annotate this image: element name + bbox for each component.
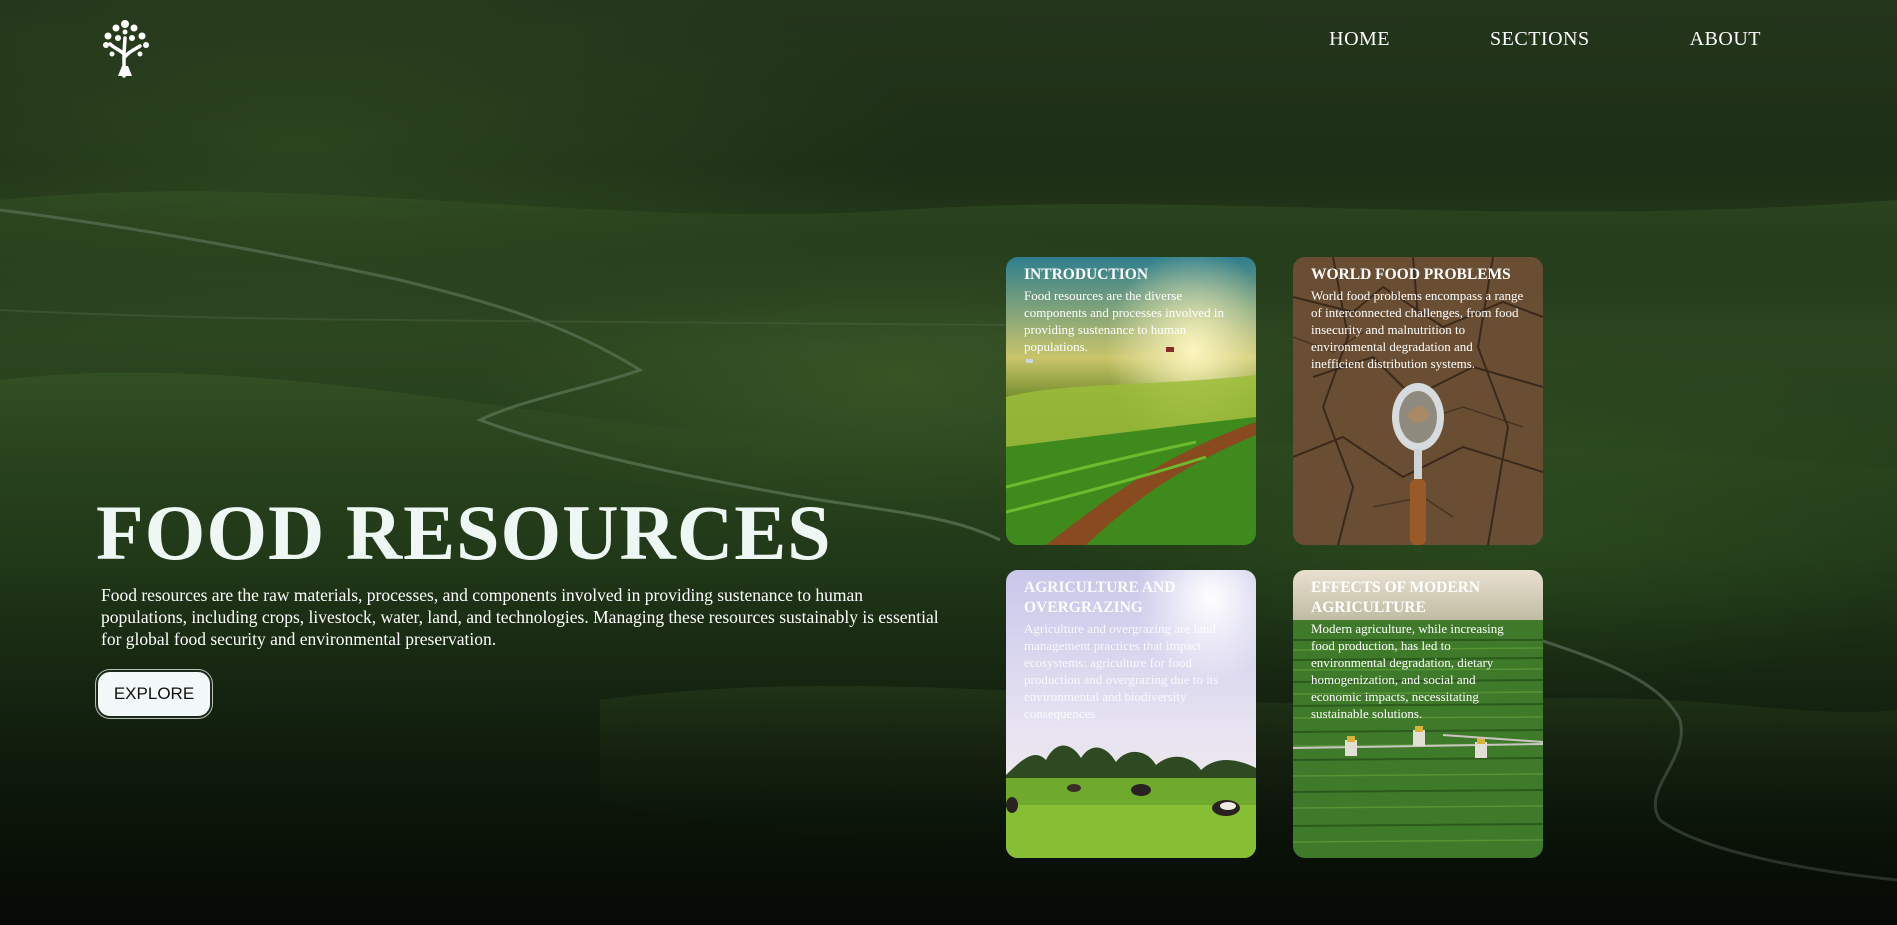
- card-text: Modern agriculture, while increasing foo…: [1311, 621, 1504, 721]
- card-title: INTRODUCTION: [1024, 266, 1149, 283]
- card-body: EFFECTS OF MODERN AGRICULTURE Modern agr…: [1311, 578, 1529, 722]
- card-title: AGRICULTURE AND OVERGRAZING: [1024, 579, 1176, 616]
- hero-section: HOME SECTIONS ABOUT FOOD RESOURCES Food …: [0, 0, 1897, 925]
- card-text: Food resources are the diverse component…: [1024, 288, 1225, 354]
- nav-link-about[interactable]: ABOUT: [1690, 28, 1761, 51]
- card-body: WORLD FOOD PROBLEMS World food problems …: [1311, 265, 1529, 372]
- card-modern-agriculture[interactable]: EFFECTS OF MODERN AGRICULTURE Modern agr…: [1293, 570, 1543, 858]
- card-body: INTRODUCTION Food resources are the dive…: [1024, 265, 1242, 355]
- landscape-background: [0, 0, 1897, 925]
- card-agriculture-overgrazing[interactable]: AGRICULTURE AND OVERGRAZING Agriculture …: [1006, 570, 1256, 858]
- nav-link-sections[interactable]: SECTIONS: [1490, 28, 1590, 51]
- page-title: FOOD RESOURCES: [96, 489, 832, 576]
- hero-description: Food resources are the raw materials, pr…: [101, 585, 939, 649]
- tree-icon[interactable]: [98, 14, 154, 78]
- nav-link-home[interactable]: HOME: [1329, 28, 1390, 51]
- card-world-food-problems[interactable]: WORLD FOOD PROBLEMS World food problems …: [1293, 257, 1543, 545]
- nav-links: HOME SECTIONS ABOUT: [1329, 28, 1761, 51]
- card-title: EFFECTS OF MODERN AGRICULTURE: [1311, 579, 1481, 616]
- explore-button[interactable]: EXPLORE: [96, 670, 212, 718]
- navbar: HOME SECTIONS ABOUT: [0, 0, 1897, 80]
- card-body: AGRICULTURE AND OVERGRAZING Agriculture …: [1024, 578, 1242, 722]
- card-title: WORLD FOOD PROBLEMS: [1311, 266, 1511, 283]
- card-introduction[interactable]: INTRODUCTION Food resources are the dive…: [1006, 257, 1256, 545]
- card-text: World food problems encompass a range of…: [1311, 288, 1524, 371]
- card-text: Agriculture and overgrazing are land man…: [1024, 621, 1219, 721]
